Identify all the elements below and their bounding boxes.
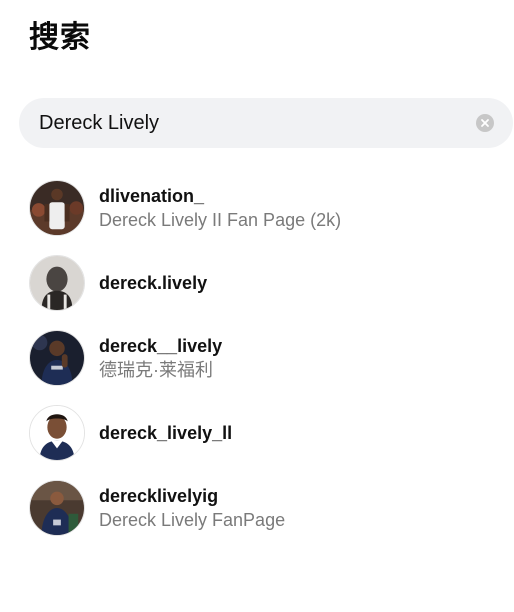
result-username: dlivenation_ [99,185,205,206]
search-page: 搜索 dlivena [0,0,514,612]
close-icon [481,119,489,127]
page-title: 搜索 [29,20,91,55]
avatar [29,329,85,386]
result-username: dereck.lively [99,272,208,293]
search-result-item[interactable]: dereck_lively_ll [0,395,514,470]
search-result-item[interactable]: dlivenation_ Dereck Lively II Fan Page (… [0,170,514,245]
search-result-item[interactable]: derecklivelyig Dereck Lively FanPage [0,470,514,545]
search-bar [19,98,513,148]
result-username: dereck__lively [99,335,223,356]
avatar [29,254,85,311]
search-result-item[interactable]: dereck.lively [0,245,514,320]
avatar [29,479,85,536]
search-input[interactable] [19,98,476,148]
result-username: dereck_lively_ll [99,422,233,443]
avatar [29,404,85,461]
search-results-list: dlivenation_ Dereck Lively II Fan Page (… [0,170,514,545]
search-result-item[interactable]: dereck__lively 德瑞克·莱福利 [0,320,514,395]
result-username: derecklivelyig [99,485,219,506]
result-subtitle: Dereck Lively II Fan Page (2k) [99,209,342,230]
clear-search-button[interactable] [476,114,494,132]
result-subtitle: 德瑞克·莱福利 [99,359,213,380]
avatar [29,179,85,236]
result-subtitle: Dereck Lively FanPage [99,509,286,530]
